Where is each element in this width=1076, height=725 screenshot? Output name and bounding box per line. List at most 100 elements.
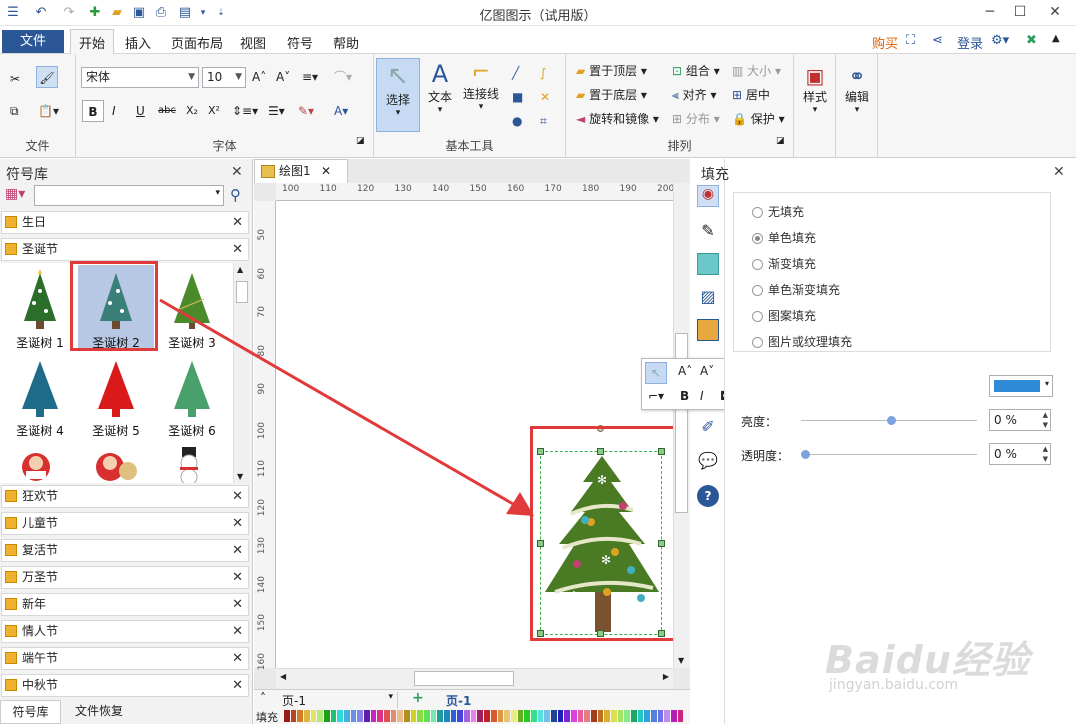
paste-icon[interactable]: 📋▾ (38, 100, 59, 122)
scroll-up-icon[interactable]: ▲ (237, 265, 243, 274)
protect-button[interactable]: 🔒 保护 ▾ (732, 108, 785, 130)
santa-icon[interactable] (16, 445, 56, 483)
category-easter[interactable]: 复活节 ✕ (1, 539, 249, 562)
color-swatch[interactable] (564, 710, 570, 722)
layer-panel-icon[interactable] (697, 319, 719, 341)
tab-symbol-library[interactable]: 符号库 (0, 700, 61, 724)
fill-option-none[interactable]: 无填充 (752, 203, 804, 221)
close-category-icon[interactable]: ✕ (232, 675, 243, 696)
color-swatch[interactable] (510, 710, 517, 722)
strikethrough-button[interactable]: abc (158, 100, 176, 122)
color-swatch[interactable] (637, 710, 644, 722)
color-swatch[interactable] (504, 710, 510, 722)
color-swatch[interactable] (444, 710, 450, 722)
text-highlight-icon[interactable]: ✎▾ (298, 100, 314, 122)
line-tool-icon[interactable]: ╱ (512, 62, 519, 84)
align-button[interactable]: ⫷ 对齐 ▾ (672, 84, 716, 106)
text-align-icon[interactable]: ≡▾ (302, 66, 318, 88)
superscript-button[interactable]: X² (208, 100, 220, 122)
float-pointer-icon[interactable]: ↖ (645, 362, 667, 384)
settings-icon[interactable]: ⚙▾ (991, 33, 1009, 48)
close-category-icon[interactable]: ✕ (232, 239, 243, 260)
minimize-button[interactable]: ─ (975, 2, 1005, 22)
font-size-select[interactable]: 10 ▼ (202, 67, 246, 88)
arrange-dialog-launcher-icon[interactable]: ◪ (776, 130, 785, 152)
category-mid-autumn[interactable]: 中秋节 ✕ (1, 674, 249, 697)
color-swatch[interactable] (650, 710, 657, 722)
fill-option-picture[interactable]: 图片或纹理填充 (752, 333, 852, 351)
send-to-back-button[interactable]: ▰ 置于底层 ▾ (576, 84, 647, 106)
page-bar-collapse-icon[interactable]: ˄ (260, 691, 266, 705)
color-swatch[interactable] (304, 710, 310, 722)
color-swatch[interactable] (644, 710, 650, 722)
color-swatch[interactable] (457, 710, 464, 722)
color-swatch[interactable] (404, 710, 410, 722)
tab-symbol[interactable]: 符号 (287, 33, 313, 52)
close-document-icon[interactable]: ✕ (321, 160, 331, 182)
crop-tool-icon[interactable]: ⌗ (540, 110, 547, 132)
text-tool-button[interactable]: A 文本 ▾ (420, 58, 460, 132)
login-link[interactable]: 登录 (957, 33, 983, 52)
subscript-button[interactable]: X₂ (186, 100, 198, 122)
color-swatch[interactable] (430, 710, 437, 722)
fill-option-gradient[interactable]: 渐变填充 (752, 255, 816, 273)
color-swatch[interactable] (397, 710, 404, 722)
page-selector[interactable]: 页-1 ▾ (282, 692, 398, 708)
color-swatch[interactable] (497, 710, 504, 722)
transparency-input[interactable]: 0 % ▲ ▼ (989, 443, 1051, 465)
color-swatch[interactable] (364, 710, 370, 722)
close-category-icon[interactable]: ✕ (232, 594, 243, 615)
color-swatch[interactable] (550, 710, 557, 722)
image-panel-icon[interactable]: ▨ (697, 287, 719, 309)
transparency-slider-thumb[interactable] (801, 450, 810, 459)
color-swatch[interactable] (350, 710, 357, 722)
color-swatch[interactable] (370, 710, 377, 722)
color-swatch[interactable] (617, 710, 624, 722)
copy-icon[interactable]: ⧉ (10, 100, 19, 122)
fill-color-picker[interactable]: ▾ (989, 375, 1053, 397)
cut-icon[interactable]: ✂ (10, 68, 20, 90)
horizontal-scroll-thumb[interactable] (414, 671, 514, 686)
tab-home[interactable]: 开始 (70, 29, 115, 55)
color-swatch[interactable] (410, 710, 417, 722)
font-color-icon[interactable]: A▾ (334, 100, 348, 122)
font-dialog-launcher-icon[interactable]: ◪ (356, 130, 365, 152)
canvas-vertical-scrollbar[interactable]: ▼ (673, 183, 690, 668)
line-panel-icon[interactable]: ✎ (697, 221, 719, 243)
color-swatch[interactable] (557, 710, 564, 722)
color-swatch[interactable] (624, 710, 630, 722)
color-swatch[interactable] (450, 710, 457, 722)
close-category-icon[interactable]: ✕ (232, 212, 243, 233)
theme-icon[interactable]: ✖ (1026, 33, 1037, 48)
fill-option-single-gradient[interactable]: 单色渐变填充 (752, 281, 840, 299)
color-swatch[interactable] (670, 710, 677, 722)
font-shrink-icon[interactable]: A˅ (276, 66, 290, 88)
arc-tool-icon[interactable]: ∫ (540, 62, 546, 84)
color-swatch[interactable] (657, 710, 664, 722)
color-swatch[interactable] (337, 710, 344, 722)
fill-option-pattern[interactable]: 图案填充 (752, 307, 816, 325)
category-dragon-boat[interactable]: 端午节 ✕ (1, 647, 249, 670)
float-font-grow-icon[interactable]: A˄ (678, 364, 692, 378)
file-menu-button[interactable]: 文件 (2, 30, 64, 53)
float-bold-button[interactable]: B (680, 389, 689, 403)
symbol-christmas-tree-4[interactable]: 圣诞树 4 (2, 353, 78, 439)
color-swatch[interactable] (324, 710, 330, 722)
color-swatch[interactable] (584, 710, 590, 722)
screenshot-icon[interactable]: ⛶ (906, 33, 915, 48)
close-category-icon[interactable]: ✕ (232, 567, 243, 588)
add-page-icon[interactable]: + (412, 690, 424, 706)
category-birthday[interactable]: 生日 ✕ (1, 211, 249, 234)
transparency-slider[interactable] (801, 450, 977, 459)
color-swatch[interactable] (570, 710, 577, 722)
document-tab[interactable]: 绘图1 ✕ (254, 159, 348, 183)
rectangle-tool-icon[interactable]: ■ (512, 86, 523, 108)
color-swatch[interactable] (377, 710, 384, 722)
color-swatch[interactable] (524, 710, 530, 722)
category-halloween[interactable]: 万圣节 ✕ (1, 566, 249, 589)
color-swatch[interactable] (484, 710, 490, 722)
help-icon[interactable]: ? (697, 485, 719, 507)
group-button[interactable]: ⊡ 组合 ▾ (672, 60, 720, 82)
font-grow-icon[interactable]: A˄ (252, 66, 266, 88)
style-button[interactable]: ▣ 样式 ▾ (795, 58, 835, 132)
